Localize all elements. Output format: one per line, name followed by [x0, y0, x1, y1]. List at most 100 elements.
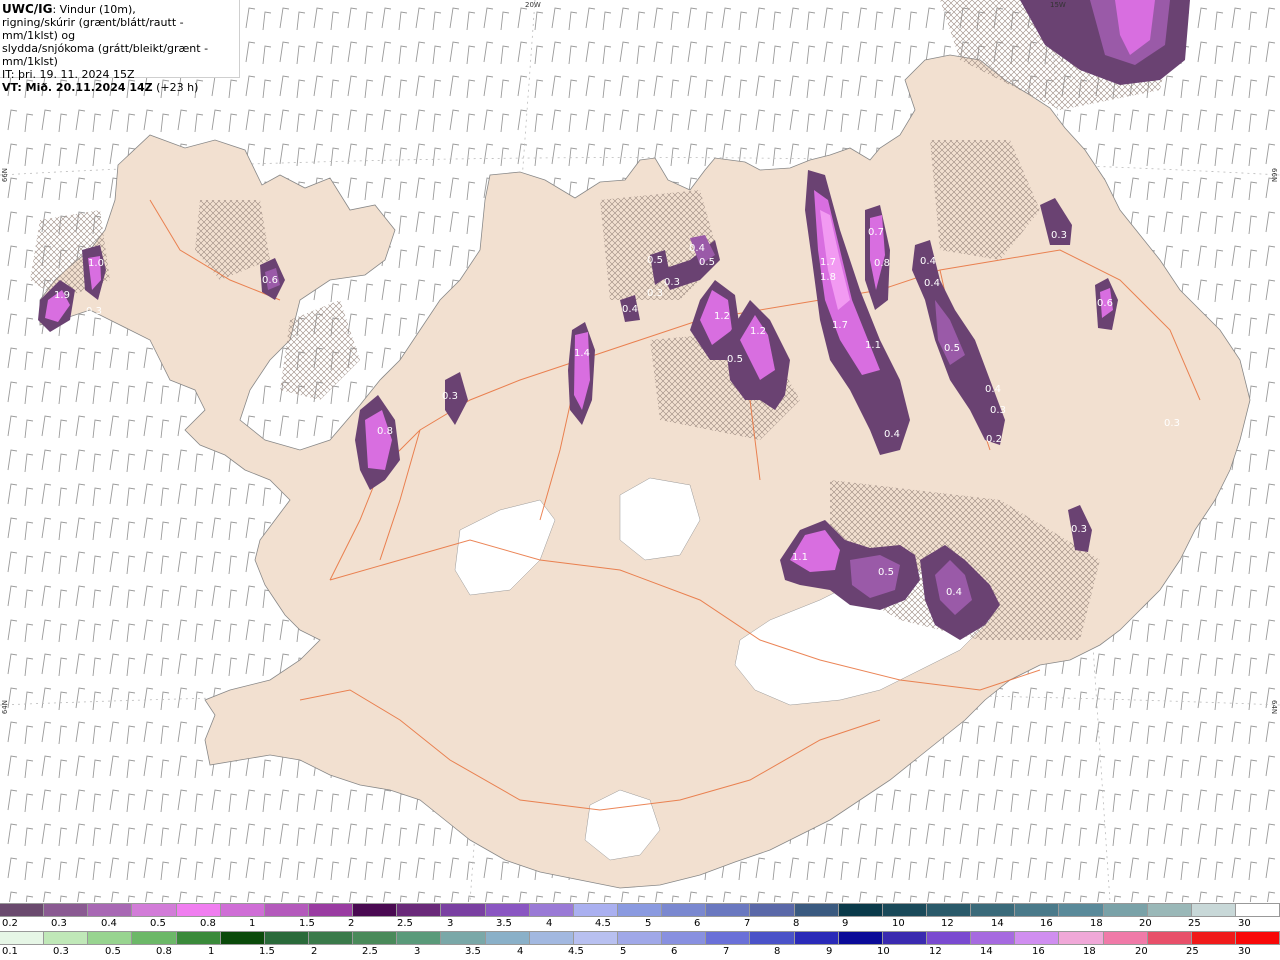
precip-label: 1.0 [88, 258, 104, 269]
legend-tick-label: 12 [929, 946, 942, 957]
legend-swatch [441, 903, 486, 917]
legend-swatch [44, 931, 89, 945]
legend-swatch [0, 931, 45, 945]
lat-label-64n-left: 64N [1, 700, 9, 715]
legend-tick-label: 16 [1032, 946, 1045, 957]
legend-tick-label: 1.5 [299, 918, 315, 929]
legend-swatch [1059, 931, 1104, 945]
legend-tick-label: 2 [348, 918, 355, 929]
legend-tick-label: 2.5 [362, 946, 378, 957]
precip-label: 0.8 [377, 426, 393, 437]
legend-tick-label: 4 [517, 946, 524, 957]
legend-swatch [88, 931, 133, 945]
legend-tick-label: 1 [249, 918, 256, 929]
legend-swatch [397, 903, 442, 917]
legend-swatch [264, 903, 309, 917]
legend-tick-label: 0.4 [101, 918, 117, 929]
precip-label: 0.4 [920, 256, 936, 267]
precip-label: 0.3 [647, 288, 663, 299]
legend-tick-label: 16 [1040, 918, 1053, 929]
legend-swatch [838, 903, 883, 917]
legend-swatch [132, 903, 177, 917]
precip-label: 1.1 [792, 552, 808, 563]
legend-swatch [1015, 931, 1060, 945]
valid-time: VT: Mið. 20.11.2024 14Z [2, 81, 153, 94]
legend-tick-label: 0.2 [2, 918, 18, 929]
legend-swatch [308, 903, 354, 917]
legend-swatch [882, 903, 927, 917]
lat-label-64n-right: 64N [1270, 700, 1278, 715]
lat-label-66n-left: 66N [1, 168, 9, 183]
legend-swatch [220, 931, 265, 945]
valid-offset: (+23 h) [152, 81, 199, 94]
legend-swatch [1147, 903, 1192, 917]
legend-tick-label: 0.8 [200, 918, 216, 929]
lat-label-66n-right: 66N [1270, 168, 1278, 183]
legend-swatch [397, 931, 442, 945]
precip-label: 0.3 [1071, 524, 1087, 535]
legend-swatch [750, 931, 795, 945]
legend-swatch [529, 903, 574, 917]
legend-tick-label: 10 [892, 918, 905, 929]
legend-swatch [573, 903, 618, 917]
legend-rain-labels: 0.1 0.3 0.5 0.8 1 1.5 2 2.5 3 3.5 4 4.5 5 6 7 8 9 10 12 14 1… [0, 946, 1280, 958]
legend-swatch [926, 903, 972, 917]
precip-label: 0.4 [689, 243, 705, 254]
legend-swatch [353, 903, 398, 917]
legend-swatch [485, 903, 530, 917]
precip-label: 0.2 [986, 434, 1002, 445]
precip-label: 1.7 [820, 257, 836, 268]
legend-tick-label: 1 [208, 946, 215, 957]
legend-tick-label: 8 [774, 946, 781, 957]
legend-tick-label: 3.5 [496, 918, 512, 929]
init-time: IT: þri. 19. 11. 2024 15Z [2, 68, 135, 81]
legend-swatch [44, 903, 89, 917]
precip-label: 1.1 [865, 340, 881, 351]
legend-swatch [617, 903, 663, 917]
header-desc-2: rigning/skúrir (grænt/blátt/rautt - mm/1… [2, 16, 184, 42]
legend-tick-label: 2.5 [397, 918, 413, 929]
legend-swatch [0, 903, 45, 917]
legend-swatch [662, 931, 707, 945]
legend-tick-label: 25 [1186, 946, 1199, 957]
precip-label: 1.4 [574, 348, 590, 359]
precip-label: 0.5 [944, 343, 960, 354]
precip-label: 0.6 [1097, 298, 1113, 309]
valid-time-line: VT: Mið. 20.11.2024 14Z (+23 h) [2, 81, 239, 94]
legend-tick-label: 14 [980, 946, 993, 957]
legend-tick-label: 20 [1139, 918, 1152, 929]
model-name: UWC/IG [2, 2, 53, 16]
precip-label: 1.2 [750, 326, 766, 337]
legend-swatch [794, 903, 839, 917]
legend-swatch [706, 903, 751, 917]
header-desc-3: slydda/snjókoma (grátt/bleikt/grænt - mm… [2, 42, 209, 68]
legend-tick-label: 4.5 [568, 946, 584, 957]
legend-swatch [662, 903, 707, 917]
precip-label: 0.5 [878, 567, 894, 578]
lon-label-15w: 15W [1050, 1, 1066, 9]
legend-tick-label: 0.8 [156, 946, 172, 957]
legend-swatch [485, 931, 530, 945]
legend-tick-label: 5 [620, 946, 627, 957]
precip-label: 0.3 [664, 277, 680, 288]
legend-tick-label: 14 [991, 918, 1004, 929]
legend-tick-label: 25 [1188, 918, 1201, 929]
header-line-1: UWC/IG: Vindur (10m), [2, 2, 239, 17]
precip-label: 0.5 [699, 257, 715, 268]
lon-label-20w: 20W [525, 1, 541, 9]
precip-label: 0.6 [262, 275, 278, 286]
legend-swatch [88, 903, 133, 917]
legend-tick-label: 4.5 [595, 918, 611, 929]
legend-tick-label: 0.1 [2, 946, 18, 957]
legend-swatch [529, 931, 574, 945]
legend-swatch [1147, 931, 1192, 945]
precip-label: 0.3 [1164, 418, 1180, 429]
precip-label: 0.4 [985, 384, 1001, 395]
legend-swatch [1103, 903, 1148, 917]
legend-tick-label: 9 [842, 918, 849, 929]
legend-tick-label: 7 [723, 946, 730, 957]
legend-swatch [176, 903, 221, 917]
legend-tick-label: 4 [546, 918, 553, 929]
legend-tick-label: 3 [447, 918, 454, 929]
legend-tick-label: 9 [826, 946, 833, 957]
